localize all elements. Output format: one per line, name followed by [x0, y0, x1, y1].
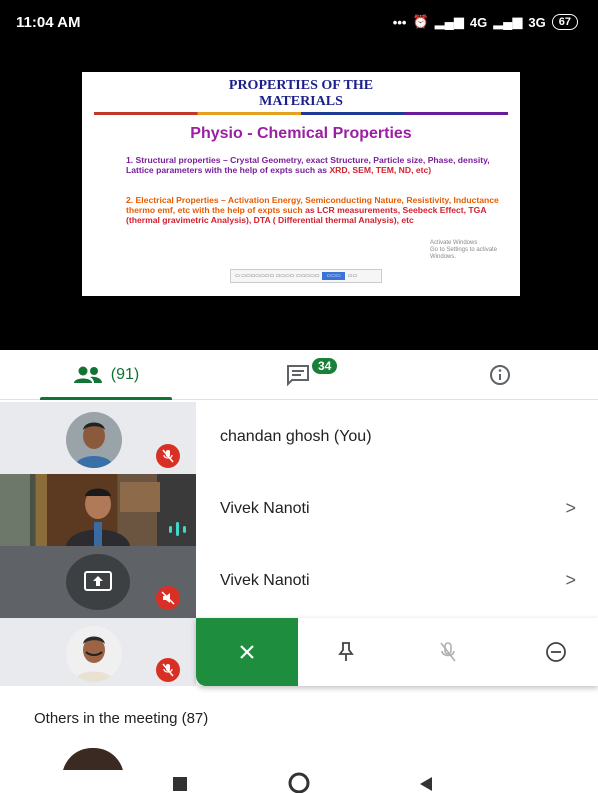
- participant-name: Vivek Nanoti: [220, 572, 310, 589]
- tab-people[interactable]: (91): [40, 350, 172, 400]
- alarm-icon: ⏰: [412, 14, 429, 29]
- meeting-tabs: (91) 34: [0, 350, 598, 400]
- remove-participant-button[interactable]: [526, 618, 586, 686]
- slide-subtitle: Physio - Chemical Properties: [190, 125, 412, 142]
- tab-indicator: [40, 397, 172, 400]
- slide-point-1: 1. Structural properties – Crystal Geome…: [126, 155, 490, 175]
- signal-icon-2: ▂▄▆: [493, 14, 523, 29]
- recents-icon[interactable]: [172, 776, 188, 792]
- system-nav-bar: [0, 770, 598, 793]
- chevron-right-icon: >: [565, 498, 576, 518]
- battery-icon: 67: [551, 14, 578, 30]
- mute-participant-button[interactable]: [418, 618, 478, 686]
- pin-button[interactable]: [316, 618, 376, 686]
- shared-slide: PROPERTIES OF THE MATERIALS Physio - Che…: [82, 72, 520, 296]
- people-count: (91): [110, 366, 140, 383]
- participant-row[interactable]: Vivek Nanoti >: [0, 474, 598, 546]
- video-area: 11:04 AM ••• ⏰ ▂▄▆ 4G ▂▄▆ 3G 67 PROPERTI…: [0, 0, 598, 350]
- signal-4g-label: 4G: [469, 14, 488, 30]
- pin-icon: [338, 642, 354, 661]
- others-heading: Others in the meeting (87): [34, 710, 209, 727]
- avatar: [66, 626, 122, 682]
- chat-icon: [287, 365, 309, 386]
- participant-name: Vivek Nanoti: [220, 500, 310, 517]
- people-icon: [73, 366, 102, 383]
- participant-row[interactable]: chandan ghosh (You): [0, 402, 598, 474]
- close-icon: [240, 645, 254, 659]
- mic-off-icon: [156, 658, 180, 682]
- signal-icon: ▂▄▆: [434, 14, 464, 29]
- slide-divider: [94, 112, 508, 115]
- participant-name: chandan ghosh (You): [220, 428, 372, 445]
- home-icon[interactable]: [288, 772, 310, 793]
- status-time: 11:04 AM: [16, 14, 81, 31]
- status-icons: ••• ⏰ ▂▄▆ 4G ▂▄▆ 3G 67: [393, 14, 578, 30]
- banner-hide: ▭▭: [347, 273, 358, 279]
- screen-share-banner: ▭ ▭▭▭▭▭▭▭ ▭▭▭▭ ▭▭▭▭▭ ▭▭▭ ▭▭: [230, 269, 382, 283]
- participant-row[interactable]: Vivek Nanoti >: [0, 546, 598, 618]
- chevron-right-icon: >: [565, 570, 576, 590]
- speaking-icon: [169, 522, 186, 536]
- mic-off-icon: [440, 642, 456, 662]
- tab-chat[interactable]: 34: [258, 350, 338, 400]
- more-dots-icon: •••: [392, 14, 407, 30]
- activate-watermark: Activate Windows Go to Settings to activ…: [430, 240, 498, 260]
- signal-3g-label: 3G: [528, 14, 546, 30]
- mic-off-icon: [156, 444, 180, 468]
- close-actions-button[interactable]: [196, 618, 298, 686]
- banner-button: ▭▭▭: [322, 272, 345, 280]
- info-icon: [490, 365, 510, 385]
- participant-thumb: [0, 546, 196, 618]
- status-bar: 11:04 AM ••• ⏰ ▂▄▆ 4G ▂▄▆ 3G 67: [0, 0, 598, 44]
- slide-point-2: 2. Electrical Properties – Activation En…: [126, 195, 499, 225]
- mic-off-icon: [156, 586, 180, 610]
- banner-text: ▭ ▭▭▭▭▭▭▭ ▭▭▭▭ ▭▭▭▭▭: [235, 273, 320, 279]
- participant-video: [0, 474, 196, 546]
- tab-info[interactable]: [470, 350, 530, 400]
- remove-icon: [546, 642, 566, 662]
- participant-thumb: [0, 618, 196, 686]
- participant-actions: [196, 618, 598, 686]
- slide-title: PROPERTIES OF THE MATERIALS: [228, 78, 374, 109]
- avatar: [66, 412, 122, 468]
- chat-badge: 34: [312, 358, 338, 374]
- present-screen-icon: [66, 554, 130, 610]
- back-icon[interactable]: [418, 776, 434, 792]
- participant-thumb: [0, 402, 196, 474]
